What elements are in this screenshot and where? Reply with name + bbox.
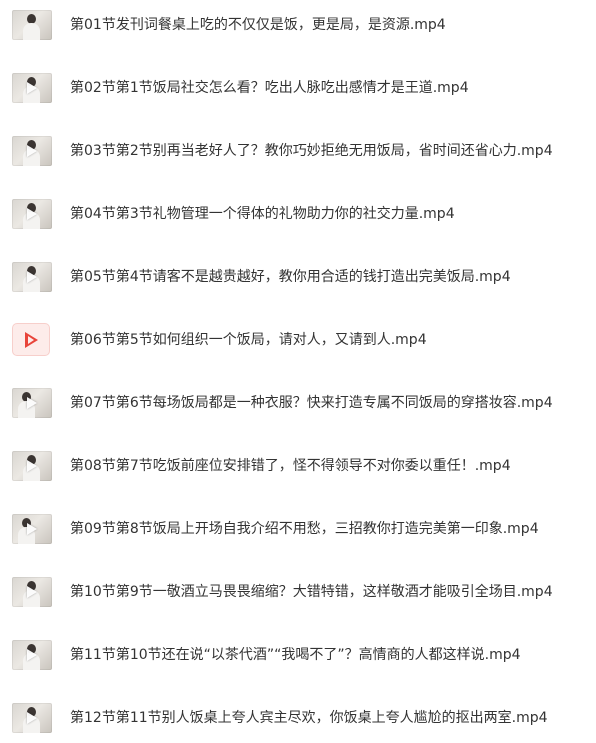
file-row[interactable]: 第11节第10节还在说“以茶代酒”“我喝不了”？高情商的人都这样说.mp4	[0, 630, 596, 680]
video-thumbnail[interactable]	[12, 577, 52, 607]
file-name[interactable]: 第03节第2节别再当老好人了？教你巧妙拒绝无用饭局，省时间还省心力.mp4	[70, 126, 553, 176]
file-name[interactable]: 第09节第8节饭局上开场自我介绍不用愁，三招教你打造完美第一印象.mp4	[70, 504, 539, 554]
video-thumbnail[interactable]	[12, 640, 52, 670]
video-thumbnail[interactable]	[12, 136, 52, 166]
file-row[interactable]: 第05节第4节请客不是越贵越好，教你用合适的钱打造出完美饭局.mp4	[0, 252, 596, 302]
play-triangle-inner	[28, 336, 34, 344]
file-row[interactable]: 第09节第8节饭局上开场自我介绍不用愁，三招教你打造完美第一印象.mp4	[0, 504, 596, 554]
file-name[interactable]: 第02节第1节饭局社交怎么看？吃出人脉吃出感情才是王道.mp4	[70, 63, 469, 113]
file-name[interactable]: 第10节第9节一敬酒立马畏畏缩缩？大错特错，这样敬酒才能吸引全场目.mp4	[70, 567, 553, 617]
file-row[interactable]: 第12节第11节别人饭桌上夸人宾主尽欢，你饭桌上夸人尴尬的抠出两室.mp4	[0, 693, 596, 743]
play-icon	[27, 712, 37, 724]
play-icon	[27, 208, 37, 220]
video-thumbnail[interactable]	[12, 514, 52, 544]
file-name[interactable]: 第12节第11节别人饭桌上夸人宾主尽欢，你饭桌上夸人尴尬的抠出两室.mp4	[70, 693, 548, 743]
play-icon	[27, 523, 37, 535]
file-row[interactable]: 第10节第9节一敬酒立马畏畏缩缩？大错特错，这样敬酒才能吸引全场目.mp4	[0, 567, 596, 617]
file-row[interactable]: 第08节第7节吃饭前座位安排错了，怪不得领导不对你委以重任！.mp4	[0, 441, 596, 491]
play-icon	[27, 145, 37, 157]
file-name[interactable]: 第01节发刊词餐桌上吃的不仅仅是饭，更是局，是资源.mp4	[70, 0, 446, 50]
file-name[interactable]: 第06节第5节如何组织一个饭局，请对人，又请到人.mp4	[70, 315, 427, 365]
play-icon	[27, 82, 37, 94]
video-thumbnail[interactable]	[12, 73, 52, 103]
video-thumbnail[interactable]	[12, 262, 52, 292]
play-icon	[27, 460, 37, 472]
video-thumbnail[interactable]	[12, 703, 52, 733]
file-name[interactable]: 第11节第10节还在说“以茶代酒”“我喝不了”？高情商的人都这样说.mp4	[70, 630, 521, 680]
video-thumbnail[interactable]	[12, 10, 52, 40]
file-row[interactable]: 第04节第3节礼物管理一个得体的礼物助力你的社交力量.mp4	[0, 189, 596, 239]
file-name[interactable]: 第04节第3节礼物管理一个得体的礼物助力你的社交力量.mp4	[70, 189, 455, 239]
file-name[interactable]: 第05节第4节请客不是越贵越好，教你用合适的钱打造出完美饭局.mp4	[70, 252, 511, 302]
play-icon	[27, 397, 37, 409]
play-icon	[27, 649, 37, 661]
file-name[interactable]: 第08节第7节吃饭前座位安排错了，怪不得领导不对你委以重任！.mp4	[70, 441, 511, 491]
thumbnail-person-body	[23, 23, 40, 40]
video-thumbnail[interactable]	[12, 199, 52, 229]
file-list: 第01节发刊词餐桌上吃的不仅仅是饭，更是局，是资源.mp4 第02节第1节饭局社交…	[0, 0, 596, 743]
play-icon	[27, 586, 37, 598]
file-row[interactable]: 第01节发刊词餐桌上吃的不仅仅是饭，更是局，是资源.mp4	[0, 0, 596, 50]
file-row[interactable]: 第03节第2节别再当老好人了？教你巧妙拒绝无用饭局，省时间还省心力.mp4	[0, 126, 596, 176]
file-name[interactable]: 第07节第6节每场饭局都是一种衣服？快来打造专属不同饭局的穿搭妆容.mp4	[70, 378, 553, 428]
file-row[interactable]: 第06节第5节如何组织一个饭局，请对人，又请到人.mp4	[0, 315, 596, 365]
play-icon	[27, 271, 37, 283]
file-row[interactable]: 第02节第1节饭局社交怎么看？吃出人脉吃出感情才是王道.mp4	[0, 63, 596, 113]
video-thumbnail[interactable]	[12, 388, 52, 418]
video-thumbnail[interactable]	[12, 451, 52, 481]
file-row[interactable]: 第07节第6节每场饭局都是一种衣服？快来打造专属不同饭局的穿搭妆容.mp4	[0, 378, 596, 428]
video-file-icon	[12, 323, 50, 356]
